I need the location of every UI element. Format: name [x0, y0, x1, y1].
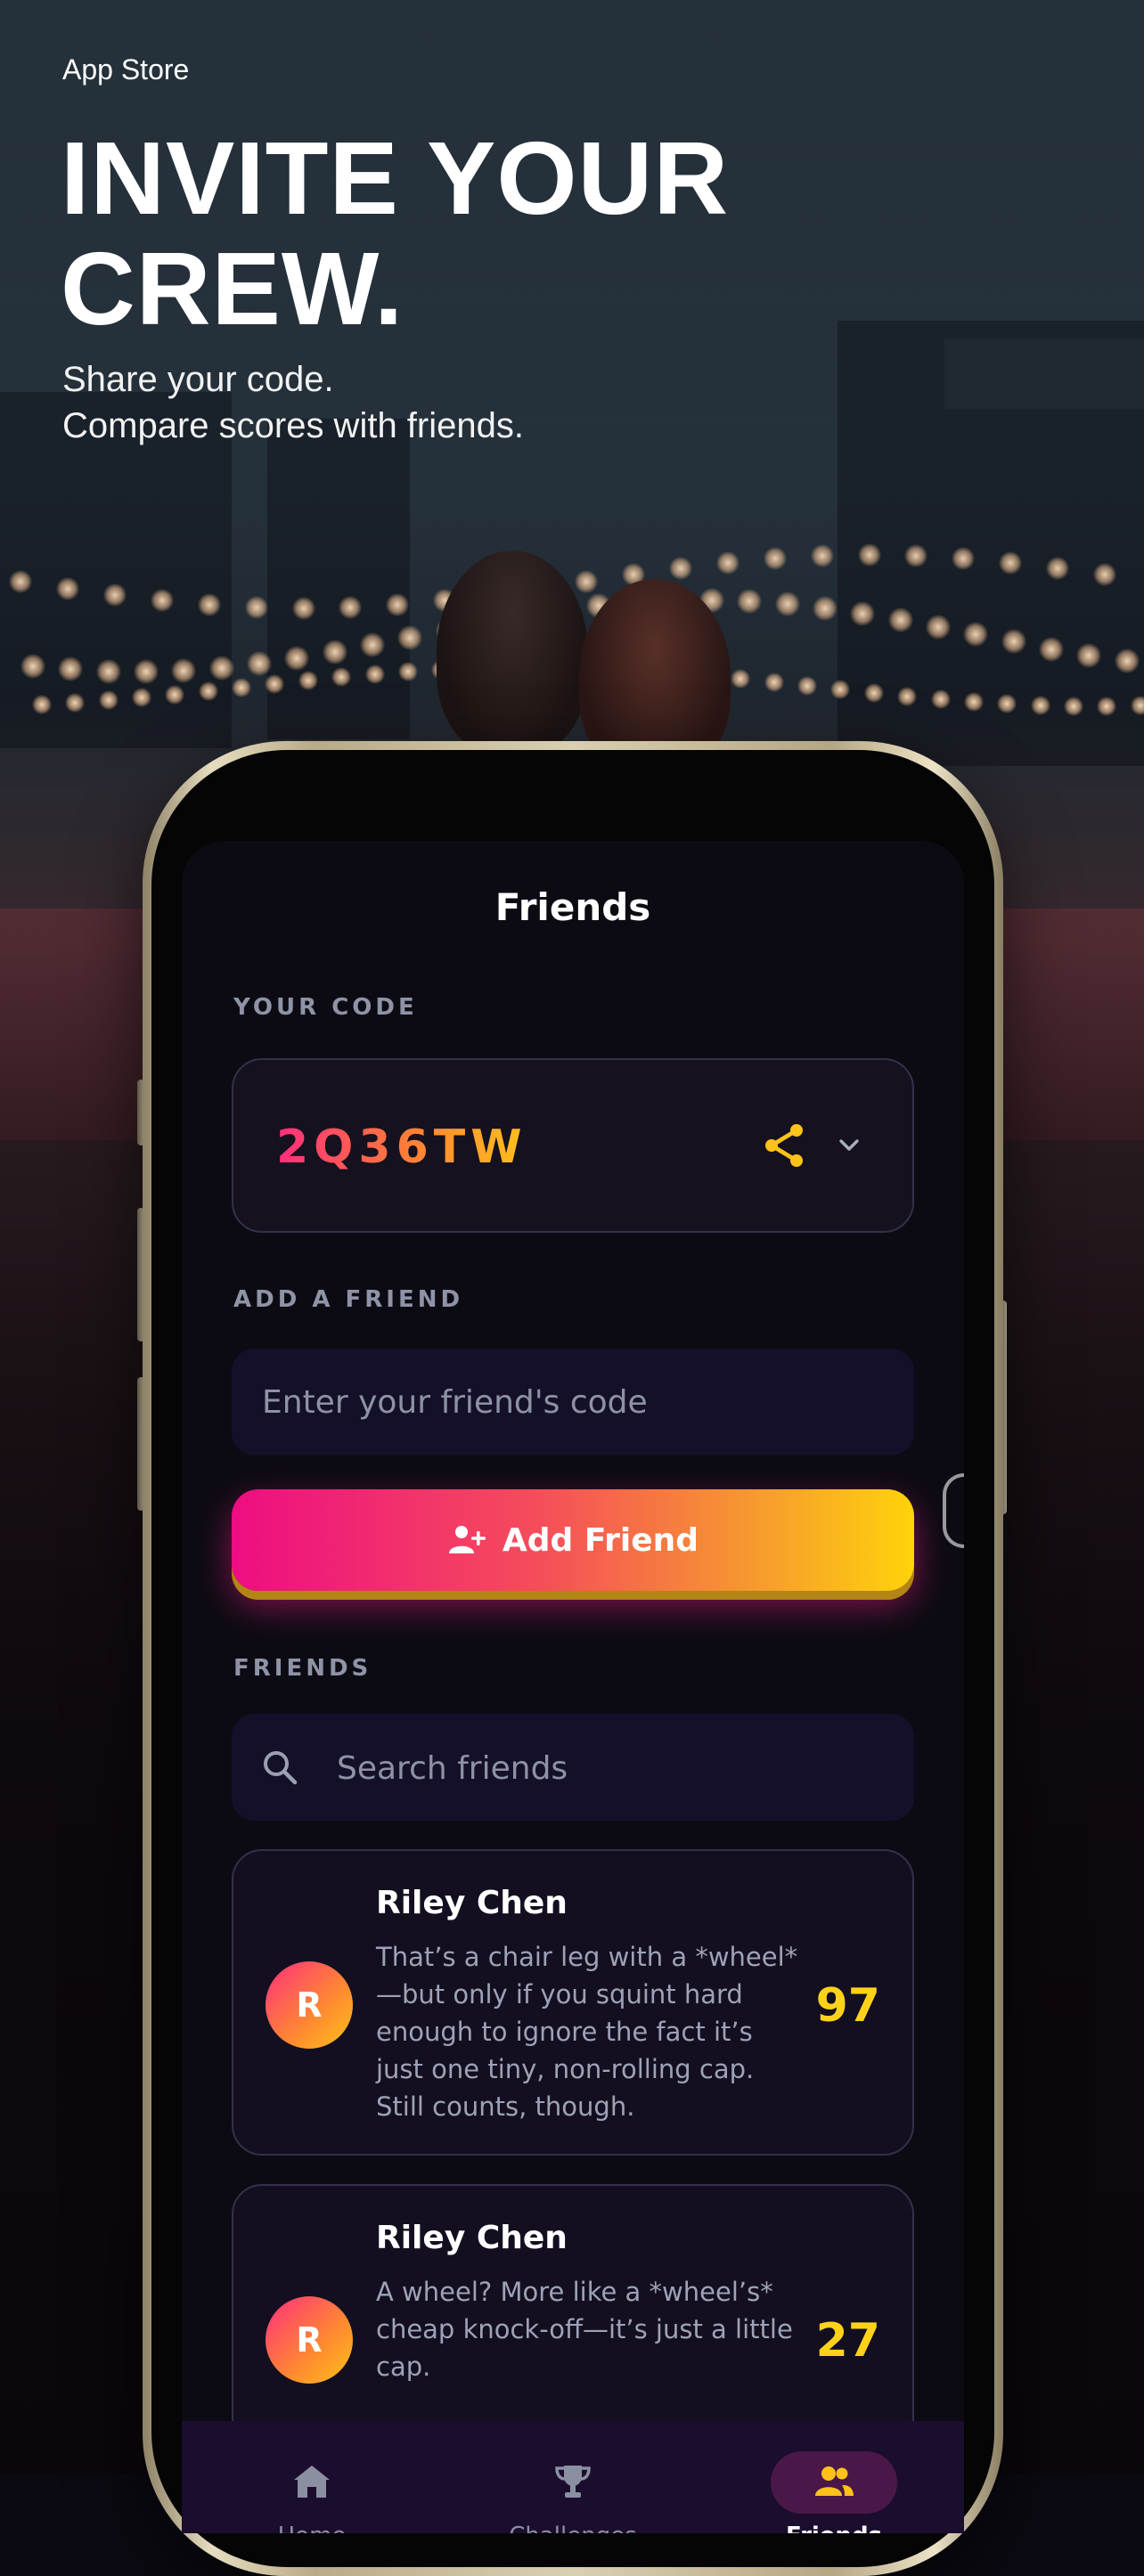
phone-frame: Friends YOUR CODE 2Q36TW ADD A FRIEND En…	[143, 741, 1003, 2576]
your-code-label: YOUR CODE	[233, 994, 418, 1021]
add-friend-button-label: Add Friend	[502, 1521, 699, 1559]
friend-score: 27	[815, 2314, 880, 2368]
add-user-icon	[448, 1526, 486, 1553]
subheadline: Share your code. Compare scores with fri…	[62, 356, 524, 449]
friends-label: FRIENDS	[233, 1655, 372, 1682]
tab-bar: Home Challenges	[182, 2421, 964, 2533]
add-friend-label: ADD A FRIEND	[233, 1286, 464, 1313]
friend-message: A wheel? More like a *wheel’s* cheap kno…	[376, 2277, 793, 2382]
friend-code-input[interactable]	[232, 1349, 914, 1455]
trophy-icon	[555, 2466, 591, 2498]
chevron-down-icon[interactable]	[836, 1133, 862, 1156]
subheadline-line-2: Compare scores with friends.	[62, 406, 524, 445]
users-icon	[815, 2466, 854, 2496]
avatar: R	[266, 1961, 353, 2049]
friend-score: 97	[815, 1979, 880, 2033]
search-icon	[264, 1751, 298, 1785]
avatar: R	[266, 2296, 353, 2384]
friend-card[interactable]: R Riley Chen That’s a chair leg with a *…	[232, 1849, 914, 2156]
search-input[interactable]	[335, 1714, 891, 1822]
headline-line-2: CREW.	[61, 231, 404, 346]
page-title: Friends	[494, 885, 651, 929]
headline-line-1: INVITE YOUR	[61, 120, 730, 236]
tab-challenges[interactable]: Challenges	[443, 2421, 703, 2533]
side-handle[interactable]	[943, 1473, 964, 1548]
share-icon[interactable]	[763, 1122, 805, 1169]
headline: INVITE YOUR CREW.	[61, 123, 729, 344]
tab-home-label: Home	[182, 2523, 442, 2533]
home-icon	[294, 2466, 330, 2498]
app-store-label: App Store	[62, 53, 190, 86]
friend-message: That’s a chair leg with a *wheel*—but on…	[376, 1942, 798, 2122]
your-code-card[interactable]: 2Q36TW	[232, 1058, 914, 1233]
friend-name: Riley Chen	[376, 2220, 568, 2256]
tab-friends-label: Friends	[704, 2523, 964, 2533]
subheadline-line-1: Share your code.	[62, 360, 334, 399]
invite-code: 2Q36TW	[276, 1121, 527, 1174]
friend-name: Riley Chen	[376, 1885, 568, 1921]
tab-friends[interactable]: Friends	[704, 2421, 964, 2533]
app-screen: Friends YOUR CODE 2Q36TW ADD A FRIEND En…	[182, 841, 964, 2533]
tab-challenges-label: Challenges	[443, 2523, 703, 2533]
tab-home[interactable]: Home	[182, 2421, 442, 2533]
add-friend-button[interactable]: Add Friend	[232, 1489, 914, 1591]
search-friends-box[interactable]	[232, 1714, 914, 1822]
